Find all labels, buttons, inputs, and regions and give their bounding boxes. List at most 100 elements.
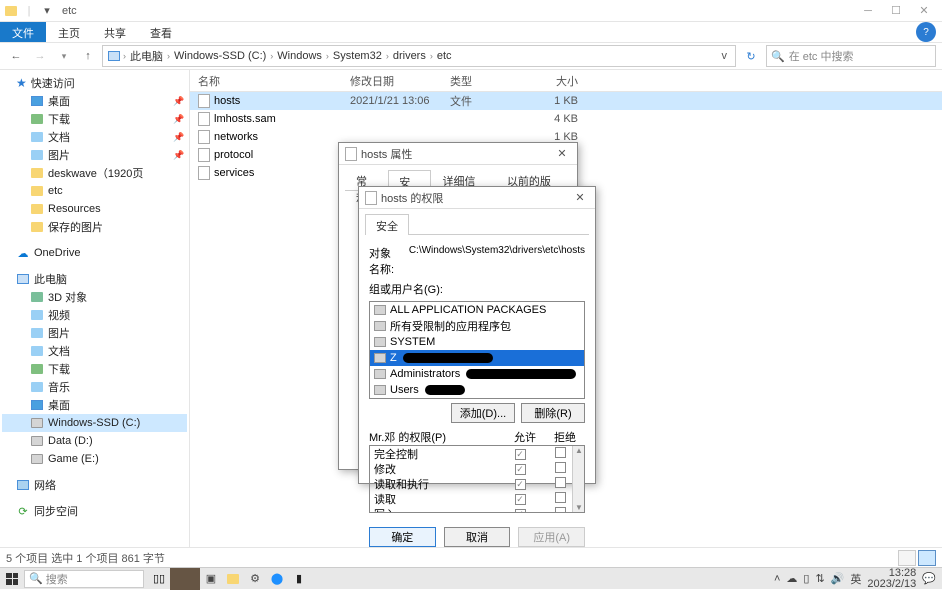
breadcrumb-seg[interactable]: Windows-SSD (C:)	[172, 50, 268, 62]
nav-folder[interactable]: etc	[2, 182, 187, 200]
breadcrumb-dropdown[interactable]: v	[718, 50, 732, 62]
start-button[interactable]	[0, 568, 24, 590]
file-row[interactable]: hosts 2021/1/21 13:06 文件 1 KB	[190, 92, 942, 110]
allow-checkbox[interactable]: ✓	[515, 449, 526, 460]
principal-row[interactable]: 所有受限制的应用程序包	[370, 318, 584, 334]
col-size[interactable]: 大小	[520, 73, 590, 89]
principal-row[interactable]: ALL APPLICATION PACKAGES	[370, 302, 584, 318]
breadcrumb-seg[interactable]: System32	[331, 50, 384, 62]
nav-quick-access[interactable]: ★快速访问	[2, 74, 187, 92]
nav-documents[interactable]: 文档	[2, 342, 187, 360]
close-button[interactable]: ✕	[910, 1, 938, 21]
nav-music[interactable]: 音乐	[2, 378, 187, 396]
nav-pictures[interactable]: 图片📌	[2, 146, 187, 164]
deny-checkbox[interactable]	[555, 507, 566, 514]
col-name[interactable]: 名称	[190, 73, 350, 89]
allow-checkbox[interactable]: ✓	[515, 464, 526, 475]
nav-desktop[interactable]: 桌面📌	[2, 92, 187, 110]
up-button[interactable]: ↑	[78, 46, 98, 66]
nav-downloads[interactable]: 下载	[2, 360, 187, 378]
task-view-icon[interactable]: ▯▯	[148, 568, 170, 590]
col-type[interactable]: 类型	[450, 73, 520, 89]
notification-icon[interactable]: 💬	[922, 572, 936, 585]
principals-list[interactable]: ALL APPLICATION PACKAGES 所有受限制的应用程序包 SYS…	[369, 301, 585, 399]
breadcrumb-seg[interactable]: Windows	[275, 50, 324, 62]
allow-checkbox[interactable]: ✓	[515, 509, 526, 514]
task-icon[interactable]: ⬤	[266, 568, 288, 590]
add-button[interactable]: 添加(D)...	[451, 403, 515, 423]
tab-home[interactable]: 主页	[46, 22, 92, 42]
minimize-button[interactable]: ─	[854, 1, 882, 21]
apply-button[interactable]: 应用(A)	[518, 527, 585, 547]
nav-desktop[interactable]: 桌面	[2, 396, 187, 414]
remove-button[interactable]: 删除(R)	[521, 403, 585, 423]
allow-checkbox[interactable]: ✓	[515, 479, 526, 490]
col-date[interactable]: 修改日期	[350, 73, 450, 89]
tab-view[interactable]: 查看	[138, 22, 184, 42]
ime-indicator[interactable]: 英	[850, 571, 861, 587]
nav-onedrive[interactable]: ☁OneDrive	[2, 244, 187, 262]
deny-checkbox[interactable]	[555, 462, 566, 473]
nav-3dobjects[interactable]: 3D 对象	[2, 288, 187, 306]
wifi-icon[interactable]: ⇅	[815, 572, 824, 585]
principal-row-selected[interactable]: Z	[370, 350, 584, 366]
view-details-button[interactable]	[898, 550, 916, 566]
deny-checkbox[interactable]	[555, 447, 566, 458]
deny-checkbox[interactable]	[555, 492, 566, 503]
search-box[interactable]: 🔍 在 etc 中搜索	[766, 45, 936, 67]
nav-sync[interactable]: ⟳同步空间	[2, 502, 187, 520]
nav-documents[interactable]: 文档📌	[2, 128, 187, 146]
deny-checkbox[interactable]	[555, 477, 566, 488]
breadcrumb[interactable]: › 此电脑 › Windows-SSD (C:) › Windows › Sys…	[102, 45, 736, 67]
nav-pictures[interactable]: 图片	[2, 324, 187, 342]
nav-folder[interactable]: deskwave（1920页	[2, 164, 187, 182]
battery-icon[interactable]: ▯	[803, 572, 809, 585]
file-row[interactable]: lmhosts.sam 4 KB	[190, 110, 942, 128]
principal-row[interactable]: SYSTEM	[370, 334, 584, 350]
nav-folder[interactable]: Resources	[2, 200, 187, 218]
nav-drive-d[interactable]: Data (D:)	[2, 432, 187, 450]
help-button[interactable]: ?	[916, 22, 936, 42]
nav-thispc[interactable]: 此电脑	[2, 270, 187, 288]
refresh-button[interactable]: ↻	[740, 45, 762, 67]
dialog-titlebar[interactable]: hosts 属性 ✕	[339, 143, 577, 165]
task-icon[interactable]: ▣	[200, 568, 222, 590]
principal-row[interactable]: Users	[370, 382, 584, 398]
close-button[interactable]: ✕	[553, 147, 571, 160]
nav-drive-e[interactable]: Game (E:)	[2, 450, 187, 468]
tab-share[interactable]: 共享	[92, 22, 138, 42]
task-icon[interactable]	[222, 568, 244, 590]
nav-network[interactable]: 网络	[2, 476, 187, 494]
task-icon[interactable]: ▮	[288, 568, 310, 590]
recent-dropdown[interactable]: ▾	[54, 46, 74, 66]
tab-file[interactable]: 文件	[0, 22, 46, 42]
tray-app-icon[interactable]: ☁	[786, 572, 797, 585]
principal-row[interactable]: Administrators	[370, 366, 584, 382]
column-headers[interactable]: 名称 修改日期 类型 大小	[190, 70, 942, 92]
tab-security[interactable]: 安全	[365, 214, 409, 235]
breadcrumb-seg[interactable]: 此电脑	[128, 48, 165, 64]
volume-icon[interactable]: 🔊	[831, 572, 845, 585]
nav-drive-c[interactable]: Windows-SSD (C:)	[2, 414, 187, 432]
ok-button[interactable]: 确定	[369, 527, 436, 547]
close-button[interactable]: ✕	[571, 191, 589, 204]
taskbar-search[interactable]: 🔍 搜索	[24, 570, 144, 588]
back-button[interactable]: ←	[6, 46, 26, 66]
task-icon[interactable]: ⚙	[244, 568, 266, 590]
breadcrumb-seg[interactable]: drivers	[391, 50, 428, 62]
task-icon[interactable]	[170, 568, 200, 590]
scrollbar[interactable]	[572, 446, 584, 512]
breadcrumb-seg[interactable]: etc	[435, 50, 454, 62]
qat-dropdown-icon[interactable]: ▾	[40, 4, 54, 18]
nav-folder[interactable]: 保存的图片	[2, 218, 187, 236]
nav-videos[interactable]: 视频	[2, 306, 187, 324]
nav-downloads[interactable]: 下载📌	[2, 110, 187, 128]
allow-checkbox[interactable]: ✓	[515, 494, 526, 505]
cancel-button[interactable]: 取消	[444, 527, 511, 547]
dialog-titlebar[interactable]: hosts 的权限 ✕	[359, 187, 595, 209]
view-large-button[interactable]	[918, 550, 936, 566]
tray-up-icon[interactable]: ˄	[774, 573, 780, 585]
forward-button[interactable]: →	[30, 46, 50, 66]
maximize-button[interactable]: ☐	[882, 1, 910, 21]
clock[interactable]: 13:28 2023/2/13	[867, 568, 916, 590]
